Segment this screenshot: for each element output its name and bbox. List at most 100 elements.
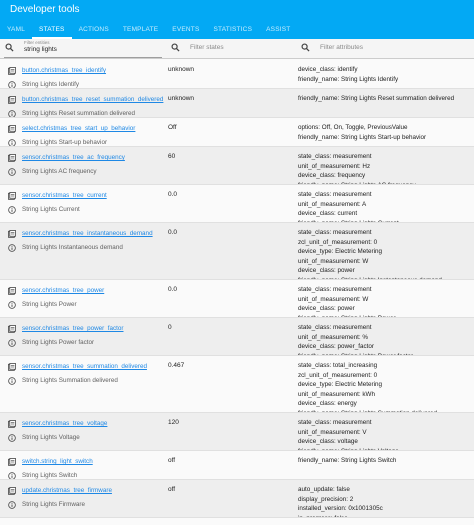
attribute-line: friendly_name: String Lights Reset summa… xyxy=(298,95,455,102)
attribute-line: unit_of_measurement: Hz xyxy=(298,162,371,170)
info-icon[interactable] xyxy=(8,205,16,214)
attributes-cell: state_class: measurement zcl_unit_of_meas… xyxy=(298,228,442,279)
search-icon xyxy=(5,43,14,52)
tab-yaml[interactable]: YAML xyxy=(0,23,32,39)
table-row: sensor.christmas_tree_ac_frequency String… xyxy=(0,147,474,185)
copy-properties-icon[interactable] xyxy=(8,286,16,295)
tab-states[interactable]: STATES xyxy=(32,23,72,39)
attributes-cell: state_class: measurement unit_of_measurem… xyxy=(298,323,413,355)
copy-properties-icon[interactable] xyxy=(8,153,16,162)
tab-actions[interactable]: ACTIONS xyxy=(72,23,116,39)
friendly-name: String Lights Summation delivered xyxy=(22,377,118,384)
entity-cell: sensor.christmas_tree_voltage String Ligh… xyxy=(8,418,168,443)
copy-properties-icon[interactable] xyxy=(8,191,16,200)
attribute-line: device_class: voltage xyxy=(298,438,358,446)
copy-properties-icon[interactable] xyxy=(8,362,16,371)
table-row: sensor.christmas_tree_voltage String Ligh… xyxy=(0,413,474,451)
tab-statistics[interactable]: STATISTICS xyxy=(207,23,260,39)
search-icon xyxy=(301,43,310,52)
tab-bar: YAML STATES ACTIONS TEMPLATE EVENTS STATISTIC… xyxy=(0,23,297,39)
entity-cell: sensor.christmas_tree_instantaneous_dema… xyxy=(8,228,168,253)
info-icon[interactable] xyxy=(8,300,16,309)
friendly-name: String Lights Switch xyxy=(22,472,78,479)
table-row: sensor.christmas_tree_instantaneous_dema… xyxy=(0,223,474,280)
info-icon[interactable] xyxy=(8,109,16,117)
entity-filter[interactable]: Filter entities string lights xyxy=(0,39,166,59)
entity-id-link[interactable]: sensor.christmas_tree_instantaneous_dema… xyxy=(22,230,153,237)
attribute-line: device_class: power xyxy=(298,305,355,313)
entity-cell: update.christmas_tree_firmware String Lig… xyxy=(8,485,168,510)
friendly-name: String Lights Voltage xyxy=(22,434,80,441)
attribute-line: state_class: total_increasing xyxy=(298,362,378,369)
state-filter[interactable]: Filter states xyxy=(166,39,296,59)
attribute-line: state_class: measurement xyxy=(298,324,372,331)
attribute-line: friendly_name: String Lights Switch xyxy=(298,457,397,464)
attribute-line: unit_of_measurement: V xyxy=(298,428,367,436)
entity-id-link[interactable]: button.christmas_tree_identify xyxy=(22,67,106,74)
attribute-line: device_type: Electric Metering xyxy=(298,248,382,256)
attribute-line: device_class: identify xyxy=(298,66,358,73)
state-filter-input[interactable]: Filter states xyxy=(190,44,224,51)
info-icon[interactable] xyxy=(8,243,16,252)
entity-cell: sensor.christmas_tree_current String Ligh… xyxy=(8,190,168,215)
attribute-filter-input[interactable]: Filter attributes xyxy=(320,44,363,51)
attributes-cell: state_class: measurement unit_of_measurem… xyxy=(298,152,416,184)
entity-id-link[interactable]: update.christmas_tree_firmware xyxy=(22,487,112,494)
table-row: sensor.christmas_tree_summation_delivere… xyxy=(0,356,474,413)
copy-properties-icon[interactable] xyxy=(8,486,16,495)
copy-properties-icon[interactable] xyxy=(8,124,16,133)
info-icon[interactable] xyxy=(8,167,16,176)
attributes-cell: auto_update: false display_precision: 2 in… xyxy=(298,485,383,517)
table-row: button.christmas_tree_identify String Lig… xyxy=(0,60,474,89)
info-icon[interactable] xyxy=(8,376,16,385)
entity-cell: sensor.christmas_tree_power String Lights… xyxy=(8,285,168,310)
attributes-cell: state_class: measurement unit_of_measurem… xyxy=(298,190,399,222)
copy-properties-icon[interactable] xyxy=(8,95,16,104)
table-row: update.christmas_tree_firmware String Lig… xyxy=(0,480,474,518)
info-icon[interactable] xyxy=(8,80,16,88)
filter-bar: Filter entities string lights Filter sta… xyxy=(0,39,474,59)
info-icon[interactable] xyxy=(8,338,16,347)
tab-template[interactable]: TEMPLATE xyxy=(116,23,165,39)
entity-id-link[interactable]: select.christmas_tree_start_up_behavior xyxy=(22,125,135,132)
attributes-cell: state_class: total_increasing zcl_unit_of… xyxy=(298,361,437,412)
info-icon[interactable] xyxy=(8,500,16,509)
copy-properties-icon[interactable] xyxy=(8,324,16,333)
friendly-name: String Lights Instantaneous demand xyxy=(22,244,123,251)
entity-id-link[interactable]: sensor.christmas_tree_ac_frequency xyxy=(22,154,125,161)
entity-id-link[interactable]: sensor.christmas_tree_voltage xyxy=(22,420,107,427)
info-icon[interactable] xyxy=(8,471,16,479)
info-icon[interactable] xyxy=(8,138,16,146)
attribute-line: unit_of_measurement: W xyxy=(298,257,369,265)
state-value: off xyxy=(168,457,176,464)
entity-id-link[interactable]: sensor.christmas_tree_current xyxy=(22,192,107,199)
entity-id-link[interactable]: sensor.christmas_tree_summation_delivere… xyxy=(22,363,147,370)
tab-events[interactable]: EVENTS xyxy=(165,23,206,39)
entity-id-link[interactable]: button.christmas_tree_reset_summation_de… xyxy=(22,96,163,103)
state-value: unknown xyxy=(168,95,195,102)
attribute-line: friendly_name: String Lights Start-up be… xyxy=(298,133,427,141)
table-row: button.christmas_tree_reset_summation_de… xyxy=(0,89,474,118)
copy-properties-icon[interactable] xyxy=(8,66,16,75)
copy-properties-icon[interactable] xyxy=(8,229,16,238)
info-icon[interactable] xyxy=(8,433,16,442)
entity-cell: switch.string_light_switch String Lights … xyxy=(8,456,168,479)
copy-properties-icon[interactable] xyxy=(8,457,16,466)
attribute-line: state_class: measurement xyxy=(298,419,372,426)
state-value: 60 xyxy=(168,153,176,160)
attribute-line: device_type: Electric Metering xyxy=(298,381,382,389)
friendly-name: String Lights Identify xyxy=(22,81,80,88)
state-value: 0 xyxy=(168,324,172,331)
state-value: 0.0 xyxy=(168,191,178,198)
entity-id-link[interactable]: switch.string_light_switch xyxy=(22,458,93,465)
app-header: Developer tools YAML STATES ACTIONS TEMPLAT… xyxy=(0,0,474,39)
entity-cell: sensor.christmas_tree_ac_frequency String… xyxy=(8,152,168,177)
entity-id-link[interactable]: sensor.christmas_tree_power_factor xyxy=(22,325,124,332)
table-row: sensor.christmas_tree_power String Lights… xyxy=(0,280,474,318)
attribute-filter[interactable]: Filter attributes xyxy=(296,39,474,59)
copy-properties-icon[interactable] xyxy=(8,419,16,428)
entity-id-link[interactable]: sensor.christmas_tree_power xyxy=(22,287,104,294)
entity-filter-input[interactable]: string lights xyxy=(24,46,57,53)
attribute-line: friendly_name: String Lights Identify xyxy=(298,75,399,83)
tab-assist[interactable]: ASSIST xyxy=(259,23,297,39)
